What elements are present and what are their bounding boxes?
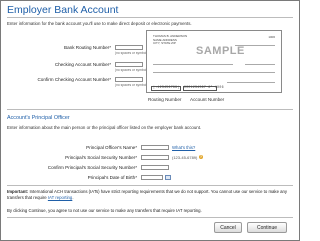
page-title: Employer Bank Account	[7, 4, 119, 16]
routing-number-caption: Routing Number	[148, 97, 182, 102]
calendar-icon[interactable]	[165, 175, 171, 180]
title-divider	[7, 17, 293, 18]
confirm-checking-input[interactable]	[115, 77, 143, 82]
help-icon[interactable]: ?	[199, 155, 203, 159]
routing-number-input[interactable]	[115, 45, 143, 50]
checking-account-label: Checking Account Number*	[54, 62, 111, 67]
checking-account-hint: (no spaces or symbols)	[115, 68, 150, 72]
cancel-button[interactable]: Cancel	[214, 222, 242, 233]
check-payee-line	[153, 64, 233, 65]
iat-important-notice: Important: International ACH transaction…	[7, 189, 288, 200]
confirm-checking-label: Confirm Checking Account Number*	[37, 77, 111, 82]
whats-this-link[interactable]: What's this?	[172, 145, 195, 150]
check-number: 1006	[268, 35, 275, 39]
check-city-line: CITY, STATE ZIP	[153, 41, 176, 46]
principal-officer-heading: Account's Principal Officer	[7, 115, 70, 121]
iat-reporting-link[interactable]: IAT reporting	[48, 195, 72, 200]
officer-ssn-label: Principal's Social Security Number*	[65, 155, 137, 160]
confirm-ssn-label: Confirm Principal's Social Security Numb…	[47, 165, 137, 170]
check-signature-line	[227, 82, 275, 83]
dialog-frame: Employer Bank Account Enter information …	[0, 0, 300, 241]
check-account-holder: THOMAS B. ANDERSON NAME ADDRESS CITY, ST…	[153, 34, 187, 46]
check-written-amount-line	[153, 72, 275, 73]
continue-agreement-text: By clicking Continue, you agree to not u…	[7, 208, 202, 213]
officer-name-input[interactable]	[141, 145, 169, 150]
check-watermark: SAMPLE	[196, 45, 245, 57]
confirm-checking-hint: (no spaces or symbols)	[115, 83, 150, 87]
confirm-ssn-input[interactable]	[141, 165, 169, 170]
continue-button[interactable]: Continue	[247, 222, 287, 233]
account-number-caption: Account Number	[190, 97, 225, 102]
ssn-format-hint: (123-45-6789)	[172, 155, 198, 160]
routing-number-hint: (no spaces or symbols)	[115, 51, 150, 55]
check-micr-line: |:123456789|: 0001234567 8" 1006	[153, 85, 224, 89]
important-label: Important:	[7, 189, 29, 194]
footer-divider	[7, 217, 293, 218]
principal-intro-text: Enter information about the main person …	[7, 125, 202, 130]
bank-intro-text: Enter information for the bank account y…	[7, 21, 192, 26]
routing-number-label: Bank Routing Number*	[64, 45, 111, 50]
check-amount-line	[245, 64, 275, 65]
checking-account-input[interactable]	[115, 62, 143, 67]
section-divider	[7, 109, 293, 110]
dob-label: Principal's Date of Birth*	[87, 175, 137, 180]
officer-name-label: Principal Officer's Name*	[86, 145, 137, 150]
notice-divider	[7, 185, 293, 186]
sample-check-image: THOMAS B. ANDERSON NAME ADDRESS CITY, ST…	[146, 30, 282, 93]
officer-ssn-input[interactable]	[141, 155, 169, 160]
dob-input[interactable]	[141, 175, 163, 180]
